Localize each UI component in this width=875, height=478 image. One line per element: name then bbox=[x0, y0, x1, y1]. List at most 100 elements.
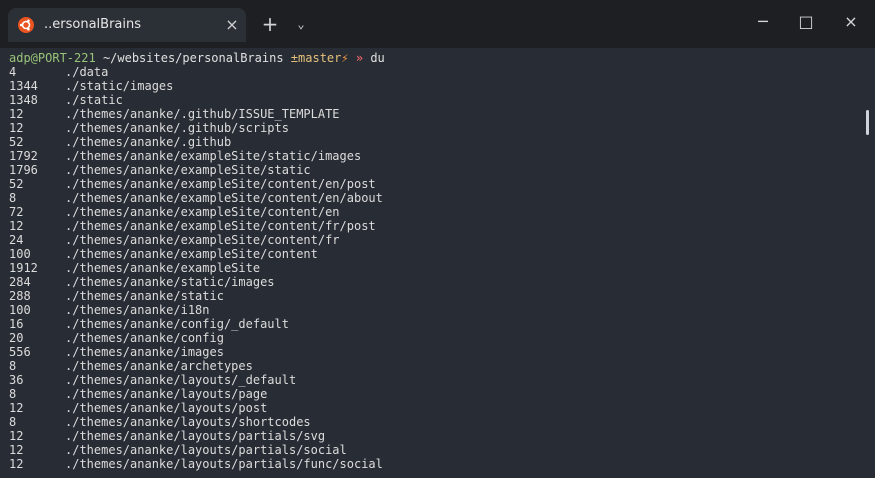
chevron-down-icon[interactable]: ⌄ bbox=[289, 12, 313, 36]
directory-path: ./themes/ananke/exampleSite/static bbox=[65, 163, 311, 177]
output-line: 1796 ./themes/ananke/exampleSite/static bbox=[9, 163, 849, 177]
disk-size: 288 bbox=[9, 289, 31, 303]
output-line: 8 ./themes/ananke/layouts/shortcodes bbox=[9, 415, 849, 429]
directory-path: ./static/images bbox=[65, 79, 174, 93]
output-line: 12 ./themes/ananke/layouts/post bbox=[9, 401, 849, 415]
disk-size: 20 bbox=[9, 331, 24, 345]
output-line: 52 ./themes/ananke/exampleSite/content/en… bbox=[9, 177, 849, 191]
disk-size: 12 bbox=[9, 401, 24, 415]
git-branch: ±master bbox=[290, 51, 342, 65]
directory-path: ./themes/ananke/exampleSite/content/en bbox=[65, 205, 340, 219]
output-line: 12 ./themes/ananke/layouts/partials/svg bbox=[9, 429, 849, 443]
directory-path: ./data bbox=[65, 65, 109, 79]
disk-size: 8 bbox=[9, 191, 17, 205]
output-line: 8 ./themes/ananke/exampleSite/content/en/… bbox=[9, 191, 849, 205]
output-line: 20 ./themes/ananke/config bbox=[9, 331, 849, 345]
directory-path: ./themes/ananke/exampleSite/content/en/p… bbox=[65, 177, 376, 191]
output-line: 12 ./themes/ananke/.github/scripts bbox=[9, 121, 849, 135]
disk-size: 36 bbox=[9, 373, 24, 387]
close-icon[interactable]: × bbox=[828, 8, 874, 36]
output-line: 36 ./themes/ananke/layouts/_default bbox=[9, 373, 849, 387]
prompt-path: ~/websites/personalBrains bbox=[102, 51, 284, 65]
disk-size: 24 bbox=[9, 233, 24, 247]
directory-path: ./themes/ananke/exampleSite/content bbox=[65, 247, 318, 261]
directory-path: ./themes/ananke/.github bbox=[65, 135, 232, 149]
disk-size: 4 bbox=[9, 65, 17, 79]
directory-path: ./themes/ananke/layouts/_default bbox=[65, 373, 297, 387]
directory-path: ./static bbox=[65, 93, 123, 107]
directory-path: ./themes/ananke/config bbox=[65, 331, 224, 345]
output-line: 16 ./themes/ananke/config/_default bbox=[9, 317, 849, 331]
output-line: 556 ./themes/ananke/images bbox=[9, 345, 849, 359]
disk-size: 52 bbox=[9, 177, 24, 191]
directory-path: ./themes/ananke/layouts/partials/func/so… bbox=[65, 457, 383, 471]
output-line: 72 ./themes/ananke/exampleSite/content/en bbox=[9, 205, 849, 219]
disk-size: 72 bbox=[9, 205, 24, 219]
prompt-user: adp@PORT-221 bbox=[9, 51, 96, 65]
disk-size: 556 bbox=[9, 345, 31, 359]
output-line: 8 ./themes/ananke/layouts/page bbox=[9, 387, 849, 401]
directory-path: ./themes/ananke/layouts/page bbox=[65, 387, 268, 401]
directory-path: ./themes/ananke/exampleSite/content/fr bbox=[65, 233, 340, 247]
directory-path: ./themes/ananke/.github/scripts bbox=[65, 121, 289, 135]
tab-title: ..ersonalBrains bbox=[44, 17, 142, 32]
typed-command: du bbox=[370, 51, 385, 65]
vertical-scrollbar[interactable] bbox=[866, 110, 869, 135]
directory-path: ./themes/ananke/layouts/partials/svg bbox=[65, 429, 326, 443]
disk-size: 100 bbox=[9, 247, 31, 261]
directory-path: ./themes/ananke/static bbox=[65, 289, 224, 303]
disk-size: 100 bbox=[9, 303, 31, 317]
terminal-tab[interactable]: ..ersonalBrains × bbox=[8, 8, 246, 42]
output-line: 12 ./themes/ananke/layouts/partials/func/… bbox=[9, 457, 849, 471]
directory-path: ./themes/ananke/archetypes bbox=[65, 359, 253, 373]
prompt-arrow-icon: » bbox=[355, 51, 364, 65]
disk-size: 16 bbox=[9, 317, 24, 331]
output-line: 1344 ./static/images bbox=[9, 79, 849, 93]
disk-size: 12 bbox=[9, 121, 24, 135]
directory-path: ./themes/ananke/exampleSite/content/fr/p… bbox=[65, 219, 376, 233]
tab-close-icon[interactable]: × bbox=[221, 14, 243, 36]
disk-size: 12 bbox=[9, 457, 24, 471]
maximize-icon[interactable]: □ bbox=[783, 8, 829, 36]
disk-size: 1912 bbox=[9, 261, 38, 275]
terminal-body[interactable]: adp@PORT-221 ~/websites/personalBrains ±… bbox=[0, 48, 875, 478]
output-line: 12 ./themes/ananke/layouts/partials/socia… bbox=[9, 443, 849, 457]
output-line: 100 ./themes/ananke/i18n bbox=[9, 303, 849, 317]
output-line: 4 ./data bbox=[9, 65, 849, 79]
shell-prompt: adp@PORT-221 ~/websites/personalBrains ±… bbox=[9, 51, 385, 65]
output-line: 12 ./themes/ananke/.github/ISSUE_TEMPLATE bbox=[9, 107, 849, 121]
output-line: 24 ./themes/ananke/exampleSite/content/fr bbox=[9, 233, 849, 247]
disk-size: 8 bbox=[9, 415, 17, 429]
directory-path: ./themes/ananke/images bbox=[65, 345, 224, 359]
disk-size: 1344 bbox=[9, 79, 38, 93]
new-tab-icon[interactable]: + bbox=[258, 12, 282, 36]
output-line: 12 ./themes/ananke/exampleSite/content/fr… bbox=[9, 219, 849, 233]
disk-size: 8 bbox=[9, 359, 17, 373]
disk-size: 1792 bbox=[9, 149, 38, 163]
directory-path: ./themes/ananke/exampleSite/content/en/a… bbox=[65, 191, 383, 205]
disk-size: 1796 bbox=[9, 163, 38, 177]
output-line: 288 ./themes/ananke/static bbox=[9, 289, 849, 303]
directory-path: ./themes/ananke/layouts/partials/social bbox=[65, 443, 347, 457]
disk-size: 284 bbox=[9, 275, 31, 289]
command-output: 4 ./data 1344 ./static/images 1348 ./static… bbox=[9, 65, 849, 471]
directory-path: ./themes/ananke/exampleSite/static/image… bbox=[65, 149, 362, 163]
output-line: 284 ./themes/ananke/static/images bbox=[9, 275, 849, 289]
lightning-icon: ⚡ bbox=[341, 51, 349, 65]
directory-path: ./themes/ananke/static/images bbox=[65, 275, 275, 289]
disk-size: 52 bbox=[9, 135, 24, 149]
disk-size: 12 bbox=[9, 107, 24, 121]
directory-path: ./themes/ananke/config/_default bbox=[65, 317, 289, 331]
output-line: 1348 ./static bbox=[9, 93, 849, 107]
output-line: 100 ./themes/ananke/exampleSite/content bbox=[9, 247, 849, 261]
disk-size: 12 bbox=[9, 443, 24, 457]
directory-path: ./themes/ananke/layouts/post bbox=[65, 401, 268, 415]
ubuntu-icon bbox=[18, 17, 34, 33]
disk-size: 12 bbox=[9, 429, 24, 443]
output-line: 1792 ./themes/ananke/exampleSite/static/i… bbox=[9, 149, 849, 163]
directory-path: ./themes/ananke/.github/ISSUE_TEMPLATE bbox=[65, 107, 340, 121]
disk-size: 8 bbox=[9, 387, 17, 401]
output-line: 8 ./themes/ananke/archetypes bbox=[9, 359, 849, 373]
terminal-window: ..ersonalBrains × + ⌄ ─ □ × adp@PORT-221… bbox=[0, 0, 875, 478]
minimize-icon[interactable]: ─ bbox=[740, 8, 786, 36]
